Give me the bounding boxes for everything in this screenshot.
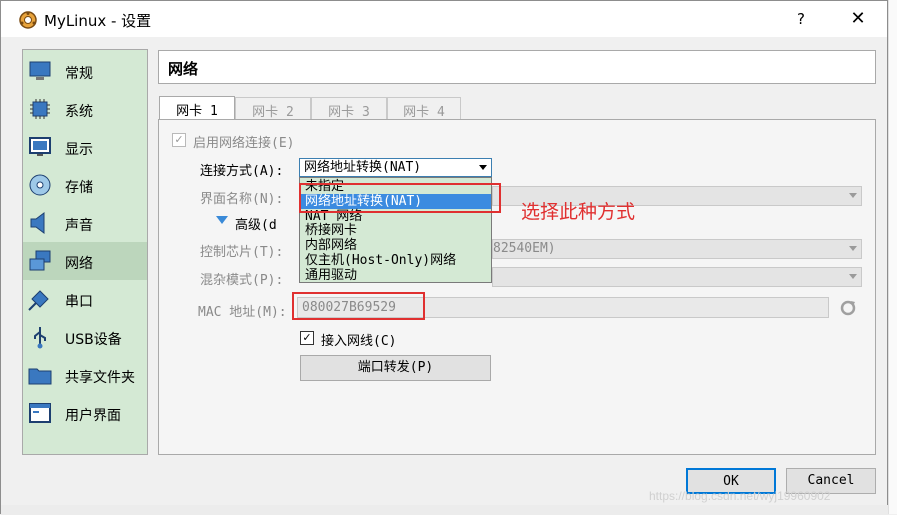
sidebar-item-audio[interactable]: 声音 (23, 204, 147, 242)
sidebar-item-serial[interactable]: 串口 (23, 280, 147, 318)
settings-sidebar: 常规 系统 显示 存储 声音 网络 串口 USB设备 共享文件夹 用户界面 (22, 49, 148, 455)
sidebar-item-general[interactable]: 常规 (23, 52, 147, 90)
sidebar-item-system[interactable]: 系统 (23, 90, 147, 128)
cable-connected-checkbox[interactable]: ✓ (300, 331, 314, 345)
settings-window: MyLinux - 设置 ? ✕ 常规 系统 显示 存储 声音 网络 串口 US… (0, 0, 889, 515)
sidebar-item-label: 网络 (65, 256, 93, 272)
cable-connected-label: 接入网线(C) (321, 334, 397, 349)
disk-icon (29, 174, 51, 196)
enable-network-label: 启用网络连接(E) (193, 136, 295, 151)
background-edge (888, 0, 897, 514)
tab-adapter-2[interactable]: 网卡 2 (235, 97, 311, 120)
dropdown-option[interactable]: 内部网络 (300, 238, 491, 253)
monitor-icon (29, 61, 51, 80)
sidebar-item-storage[interactable]: 存储 (23, 166, 147, 204)
speaker-icon (30, 212, 45, 234)
sidebar-item-label: 串口 (65, 294, 93, 310)
port-forwarding-button[interactable]: 端口转发(P) (300, 355, 491, 381)
serial-icon (28, 290, 49, 311)
sidebar-item-label: 存储 (65, 180, 93, 196)
sidebar-item-label: 显示 (65, 142, 93, 158)
sidebar-item-display[interactable]: 显示 (23, 128, 147, 166)
chevron-down-icon (849, 193, 857, 198)
advanced-label[interactable]: 高级(d (235, 214, 277, 233)
sidebar-item-label: 共享文件夹 (65, 370, 135, 386)
dropdown-option[interactable]: 通用驱动 (300, 268, 491, 283)
dropdown-option[interactable]: 桥接网卡 (300, 223, 491, 238)
mac-address-label: MAC 地址(M): (198, 305, 287, 320)
sidebar-item-network[interactable]: 网络 (23, 242, 147, 280)
interface-name-label: 界面名称(N): (200, 192, 284, 207)
title-bar: MyLinux - 设置 ? ✕ (1, 1, 887, 37)
annotation-text: 选择此种方式 (521, 201, 636, 223)
sidebar-item-label: 系统 (65, 104, 93, 120)
tab-adapter-4[interactable]: 网卡 4 (387, 97, 461, 120)
window-title: MyLinux - 设置 (44, 12, 152, 30)
window-icon (29, 403, 51, 423)
promiscuous-mode-label: 混杂模式(P): (200, 273, 284, 288)
refresh-icon[interactable] (838, 298, 858, 318)
sidebar-item-shared-folders[interactable]: 共享文件夹 (23, 356, 147, 394)
adapter-type-value: 82540EM) (493, 241, 556, 256)
sidebar-item-label: USB设备 (65, 332, 122, 348)
page-title: 网络 (168, 60, 199, 78)
help-button[interactable]: ? (789, 7, 813, 31)
virtualbox-icon (19, 11, 37, 29)
sidebar-item-user-interface[interactable]: 用户界面 (23, 394, 147, 432)
tab-adapter-3[interactable]: 网卡 3 (311, 97, 387, 120)
adapter-type-select[interactable]: 82540EM) (492, 239, 862, 259)
network-icon (29, 250, 51, 271)
promiscuous-mode-select[interactable] (492, 267, 862, 287)
annotation-highlight-box (292, 292, 425, 320)
enable-network-checkbox[interactable]: ✓ (172, 133, 186, 147)
chevron-down-icon (479, 165, 487, 170)
chip-icon (30, 99, 50, 119)
watermark: https://blog.csdn.net/wyj19960902 (649, 489, 831, 503)
expand-triangle-icon[interactable] (216, 216, 228, 224)
adapter-type-label: 控制芯片(T): (200, 245, 284, 260)
chevron-down-icon (849, 274, 857, 279)
sidebar-item-label: 声音 (65, 218, 93, 234)
close-button[interactable]: ✕ (846, 7, 870, 31)
sidebar-item-label: 常规 (65, 66, 93, 82)
folder-icon (28, 368, 52, 385)
attached-to-select[interactable]: 网络地址转换(NAT) (299, 158, 492, 177)
sidebar-item-label: 用户界面 (65, 408, 121, 424)
chevron-down-icon (849, 246, 857, 251)
sidebar-item-usb[interactable]: USB设备 (23, 318, 147, 356)
attached-to-value: 网络地址转换(NAT) (304, 160, 422, 175)
tab-adapter-1[interactable]: 网卡 1 (159, 96, 235, 120)
annotation-highlight-box (299, 183, 501, 213)
attached-to-label: 连接方式(A): (200, 164, 284, 179)
dropdown-option[interactable]: 仅主机(Host-Only)网络 (300, 253, 491, 268)
display-icon (29, 137, 51, 156)
page-title-box: 网络 (158, 50, 876, 84)
usb-icon (34, 327, 46, 349)
